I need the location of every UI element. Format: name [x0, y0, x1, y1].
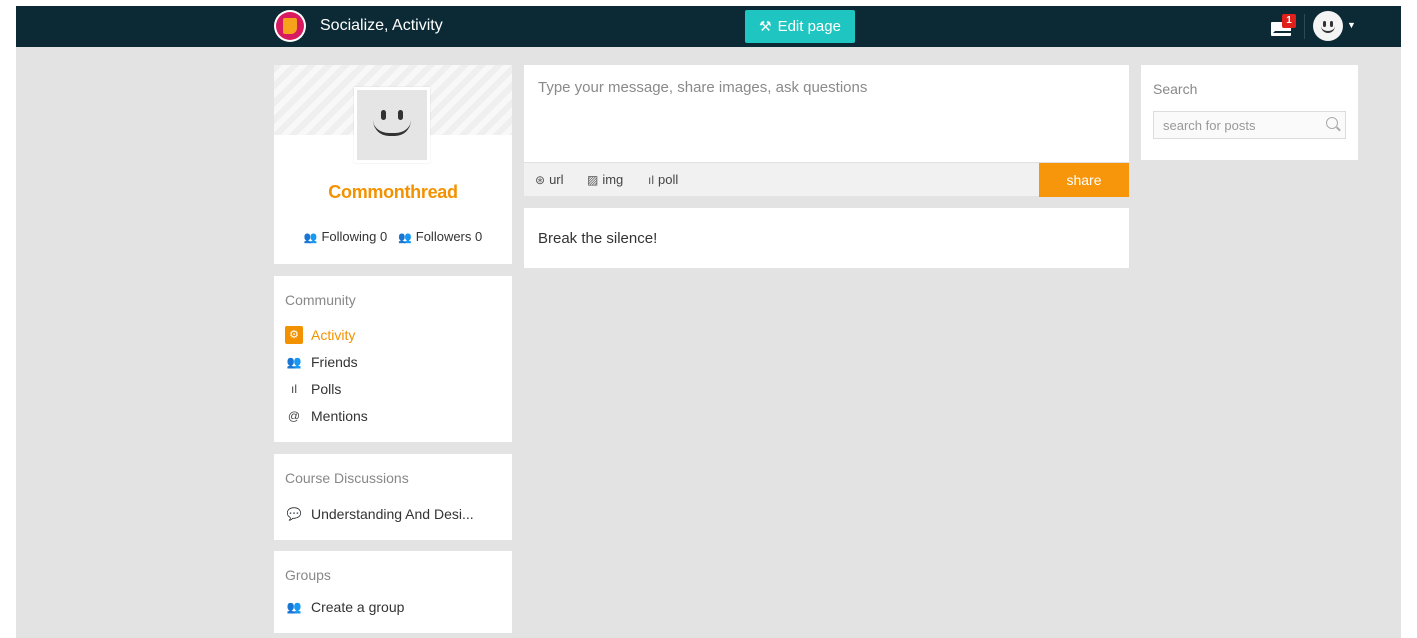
topbar-divider: [1304, 14, 1305, 39]
messages-button[interactable]: 1: [1271, 14, 1296, 40]
search-card: Search: [1141, 65, 1358, 160]
following-link[interactable]: 👥 Following 0: [304, 229, 387, 244]
chevron-down-icon[interactable]: ▼: [1347, 20, 1356, 30]
empty-feed-text: Break the silence!: [538, 229, 658, 247]
profile-card: Commonthread 👥 Following 0 👥 Followers 0: [274, 65, 512, 264]
people-icon: 👥: [303, 232, 318, 244]
profile-avatar[interactable]: [354, 87, 430, 163]
empty-feed-message: Break the silence!: [524, 208, 1129, 268]
page-frame: Socialize, Activity ⚒ Edit page 1 ▼ Comm…: [16, 6, 1401, 638]
at-icon: @: [287, 408, 301, 423]
community-card: Community ⚙ Activity 👥 Friends ıl Polls …: [274, 276, 512, 442]
groups-card: Groups 👥 Create a group: [274, 551, 512, 633]
cog-icon: ⚙: [285, 325, 303, 344]
bar-chart-icon: ıl: [648, 172, 654, 187]
brand[interactable]: Socialize, Activity: [274, 10, 443, 42]
notification-badge: 1: [1282, 14, 1296, 28]
edit-page-button[interactable]: ⚒ Edit page: [745, 10, 855, 43]
post-composer: ⊛ url ▨ img ıl poll share: [524, 65, 1129, 197]
poll-tool-button[interactable]: ıl poll: [648, 172, 678, 187]
hammer-icon: ⚒: [759, 18, 772, 34]
bar-chart-icon: ıl: [291, 381, 297, 396]
chat-icon: 💬: [286, 506, 302, 521]
link-icon: ⊛: [535, 172, 546, 187]
search-icon[interactable]: [1326, 117, 1338, 129]
people-icon: 👥: [286, 354, 302, 369]
profile-name[interactable]: Commonthread: [274, 182, 512, 203]
img-tool-button[interactable]: ▨ img: [587, 172, 623, 187]
brand-logo-icon: [274, 10, 306, 42]
page-title: Socialize, Activity: [320, 17, 443, 34]
user-avatar[interactable]: [1313, 11, 1343, 41]
nav-item-activity[interactable]: ⚙ Activity: [285, 321, 501, 348]
people-icon: 👥: [398, 232, 412, 244]
section-title: Course Discussions: [285, 470, 409, 486]
create-group-link[interactable]: 👥 Create a group: [285, 593, 501, 620]
nav-item-polls[interactable]: ıl Polls: [285, 375, 501, 402]
search-input[interactable]: [1154, 112, 1314, 138]
profile-stats: 👥 Following 0 👥 Followers 0: [274, 229, 512, 244]
nav-item-mentions[interactable]: @ Mentions: [285, 402, 501, 429]
nav-item-friends[interactable]: 👥 Friends: [285, 348, 501, 375]
course-discussions-card: Course Discussions 💬 Understanding And D…: [274, 454, 512, 540]
edit-page-label: Edit page: [777, 18, 841, 35]
top-navbar: Socialize, Activity ⚒ Edit page 1 ▼: [16, 6, 1401, 47]
share-button[interactable]: share: [1039, 163, 1129, 197]
section-title: Search: [1153, 81, 1198, 97]
message-input[interactable]: [524, 65, 1129, 163]
followers-link[interactable]: 👥 Followers 0: [398, 229, 482, 244]
course-item[interactable]: 💬 Understanding And Desi...: [285, 500, 501, 527]
section-title: Groups: [285, 567, 331, 583]
image-icon: ▨: [587, 172, 599, 187]
add-group-icon: 👥: [286, 599, 302, 614]
section-title: Community: [285, 292, 356, 308]
search-box: [1153, 111, 1346, 139]
url-tool-button[interactable]: ⊛ url: [535, 172, 564, 187]
composer-toolbar: ⊛ url ▨ img ıl poll share: [524, 162, 1129, 197]
